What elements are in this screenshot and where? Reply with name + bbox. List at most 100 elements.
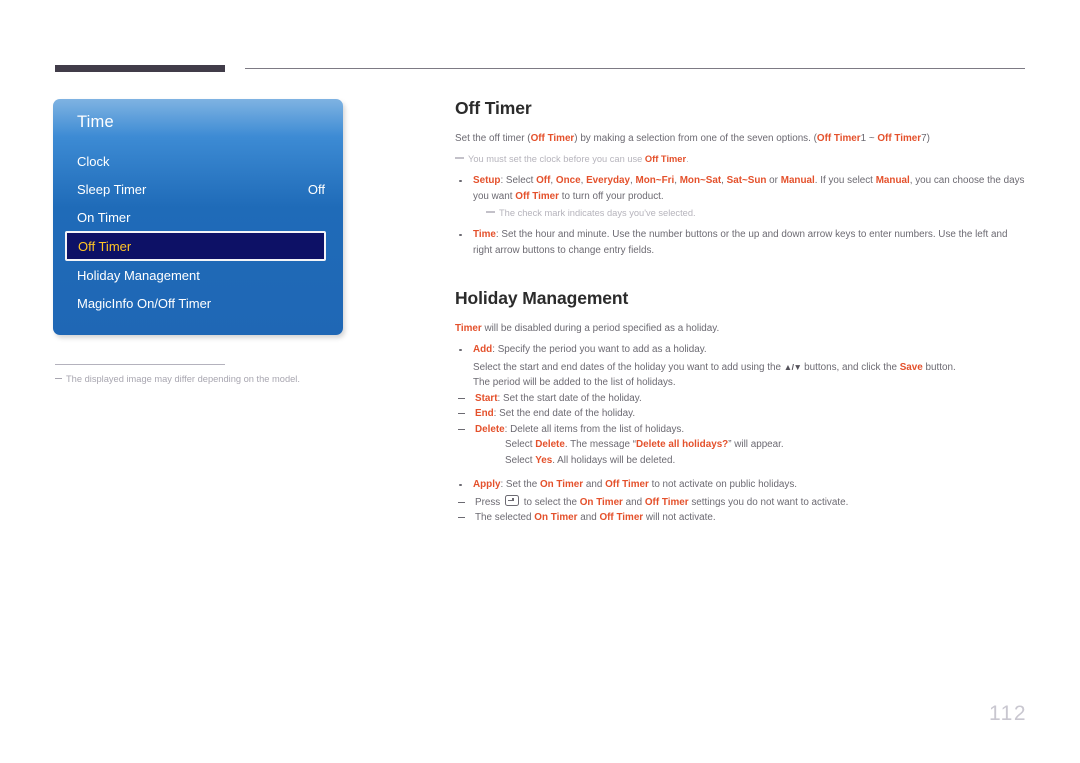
keyword-off-timer: Off Timer xyxy=(515,190,559,202)
text-fragment: : Set the xyxy=(500,479,540,490)
osd-item-label: Holiday Management xyxy=(77,267,200,283)
holiday-delete-line-2: Select Delete. The message “Delete all h… xyxy=(485,437,1027,453)
section-heading-holiday-management: Holiday Management xyxy=(455,288,629,308)
keyword-off-timer: Off Timer xyxy=(644,154,687,164)
osd-item-label: MagicInfo On/Off Timer xyxy=(77,295,212,311)
text-fragment: . If you select xyxy=(814,175,876,186)
text-fragment: to turn off your product. xyxy=(559,190,664,202)
text-fragment: or xyxy=(766,175,781,186)
caption-text: The displayed image may differ depending… xyxy=(66,374,300,384)
text-fragment: Select xyxy=(505,439,536,450)
text-fragment: 7) xyxy=(921,133,930,144)
enter-key-icon xyxy=(505,495,519,507)
keyword-delete: Delete xyxy=(535,439,565,450)
keyword-yes: Yes xyxy=(535,454,553,466)
text-fragment: to not activate on public holidays. xyxy=(648,479,798,490)
caption-dash-icon xyxy=(55,378,62,380)
osd-item-holiday-management[interactable]: Holiday Management xyxy=(53,261,343,289)
text-fragment: : Specify the period you want to add as … xyxy=(492,344,707,355)
dash-start: Start: Set the start date of the holiday… xyxy=(455,391,1027,407)
section-heading-off-timer: Off Timer xyxy=(455,98,532,118)
option-once: Once xyxy=(555,175,581,186)
text-fragment: ) by making a selection from one of the … xyxy=(574,133,817,144)
osd-item-magicinfo-timer[interactable]: MagicInfo On/Off Timer xyxy=(53,289,343,317)
holiday-sub-list: Start: Set the start date of the holiday… xyxy=(455,391,1027,438)
keyword-on-timer: On Timer xyxy=(539,479,584,490)
text-fragment: and xyxy=(622,496,645,508)
dash-press-enter: Press to select the On Timer and Off Tim… xyxy=(455,495,1027,511)
setup-check-mark-note: The check mark indicates days you've sel… xyxy=(486,206,1027,220)
bullet-add: Add: Specify the period you want to add … xyxy=(455,342,1027,358)
option-manual: Manual xyxy=(780,175,815,186)
bullet-apply: Apply: Set the On Timer and Off Timer to… xyxy=(455,477,1027,493)
holiday-lead-paragraph: Timer will be disabled during a period s… xyxy=(455,322,1027,336)
text-fragment: will be disabled during a period specifi… xyxy=(481,323,720,334)
text-fragment: . All holidays will be deleted. xyxy=(552,454,676,466)
text-fragment: settings you do not want to activate. xyxy=(688,496,849,508)
keyword-timer: Timer xyxy=(455,323,482,334)
keyword-on-timer: On Timer xyxy=(579,496,623,508)
text-fragment: to select the xyxy=(521,496,580,508)
osd-item-label: On Timer xyxy=(77,209,131,225)
osd-item-off-timer-selected[interactable]: Off Timer xyxy=(65,231,326,261)
text-fragment: Press xyxy=(475,496,503,508)
osd-item-label: Sleep Timer xyxy=(77,181,147,197)
caption-divider xyxy=(55,364,225,365)
holiday-add-line-3: The period will be added to the list of … xyxy=(473,377,676,388)
bullet-time: Time: Set the hour and minute. Use the n… xyxy=(455,227,1027,258)
text-fragment: ” will appear. xyxy=(728,439,784,450)
osd-item-label: Clock xyxy=(77,153,110,169)
text-fragment: Select xyxy=(505,454,536,466)
keyword-off-timer: Off Timer xyxy=(644,496,689,508)
osd-menu-list: Clock Sleep Timer Off On Timer Off Timer… xyxy=(53,147,343,317)
term-apply: Apply xyxy=(473,479,501,490)
text-fragment: You must set the clock before you can us… xyxy=(468,154,645,164)
holiday-delete-line-3: Select Yes. All holidays will be deleted… xyxy=(485,453,1027,469)
text-fragment: : Set the start date of the holiday. xyxy=(497,392,642,404)
option-everyday: Everyday xyxy=(586,175,631,186)
text-fragment: and xyxy=(583,479,606,490)
osd-item-clock[interactable]: Clock xyxy=(53,147,343,175)
up-down-arrow-icons: ▲/▼ xyxy=(783,361,802,372)
dash-delete: Delete: Delete all items from the list o… xyxy=(455,422,1027,438)
osd-menu-title: Time xyxy=(77,113,114,131)
header-accent-bar xyxy=(55,65,225,72)
off-timer-clock-note: You must set the clock before you can us… xyxy=(455,152,1027,166)
text-fragment: . xyxy=(686,154,689,164)
keyword-off-timer: Off Timer xyxy=(605,479,649,490)
text-fragment: Select the start and end dates of the ho… xyxy=(473,361,784,373)
text-fragment: and xyxy=(577,512,600,523)
text-fragment: will not activate. xyxy=(643,512,716,523)
term-time: Time xyxy=(473,229,496,240)
osd-item-sleep-timer[interactable]: Sleep Timer Off xyxy=(53,175,343,203)
figure-caption: The displayed image may differ depending… xyxy=(55,374,385,384)
text-fragment: . The message “ xyxy=(564,439,637,450)
text-fragment: buttons, and click the xyxy=(801,361,900,373)
osd-menu-panel: Time Clock Sleep Timer Off On Timer Off … xyxy=(53,99,343,335)
off-timer-time-list: Time: Set the hour and minute. Use the n… xyxy=(455,227,1027,258)
text-fragment: : Select xyxy=(500,175,537,186)
term-setup: Setup xyxy=(473,175,501,186)
dialog-message-text: Delete all holidays? xyxy=(636,439,729,450)
osd-item-value: Off xyxy=(307,181,325,197)
term-add: Add xyxy=(473,344,493,355)
keyword-save: Save xyxy=(899,361,923,373)
bullet-setup: Setup: Select Off, Once, Everyday, Mon~F… xyxy=(455,173,1027,204)
option-off: Off xyxy=(536,175,551,186)
text-fragment: : Set the end date of the holiday. xyxy=(493,408,636,419)
term-delete: Delete xyxy=(475,423,505,435)
text-fragment: : Delete all items from the list of holi… xyxy=(504,423,685,435)
option-mon-fri: Mon~Fri xyxy=(635,175,675,186)
option-mon-sat: Mon~Sat xyxy=(679,175,722,186)
holiday-apply-list: Apply: Set the On Timer and Off Timer to… xyxy=(455,477,1027,493)
text-fragment: The selected xyxy=(475,512,535,523)
keyword-off-timer: Off Timer xyxy=(530,133,575,144)
holiday-apply-sub-list: Press to select the On Timer and Off Tim… xyxy=(455,495,1027,526)
dash-selected-timers: The selected On Timer and Off Timer will… xyxy=(455,510,1027,526)
keyword-off-timer1: Off Timer xyxy=(816,133,861,144)
text-fragment: button. xyxy=(922,361,956,373)
osd-item-on-timer[interactable]: On Timer xyxy=(53,203,343,231)
text-fragment: : Set the hour and minute. Use the numbe… xyxy=(473,229,1008,256)
text-fragment: 1 ~ xyxy=(860,133,878,144)
page-number: 112 xyxy=(989,702,1027,725)
